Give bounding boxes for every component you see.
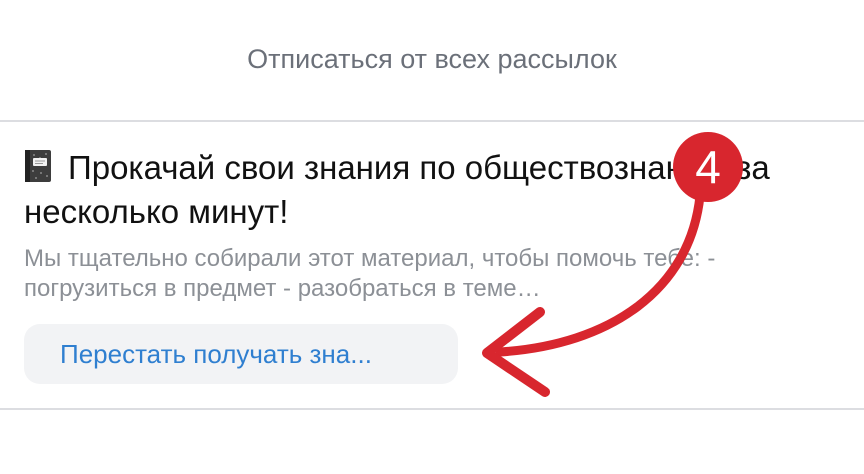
stop-receiving-button[interactable]: Перестать получать зна... xyxy=(24,324,458,384)
divider xyxy=(0,408,864,410)
unsubscribe-all-link[interactable]: Отписаться от всех рассылок xyxy=(0,44,864,75)
divider xyxy=(0,120,864,122)
step-number-badge: 4 xyxy=(673,132,743,202)
newsletter-title: Прокачай свои знания по обществознанию з… xyxy=(24,149,770,230)
notebook-icon xyxy=(24,149,52,183)
newsletter-description: Мы тщательно собирали этот материал, что… xyxy=(24,245,716,302)
